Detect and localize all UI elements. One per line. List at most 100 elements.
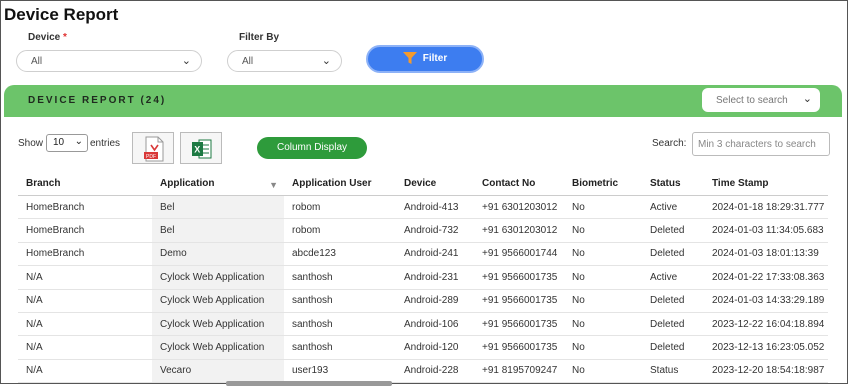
table-cell: robom (284, 195, 396, 220)
column-header-biometric[interactable]: Biometric (564, 172, 642, 196)
column-header-label: Application (160, 177, 215, 189)
table-cell: +91 9566001735 (474, 335, 564, 360)
table-cell: 2024-01-22 17:33:08.363 (704, 265, 828, 290)
filter-by-select-value: All (242, 56, 254, 67)
filter-by-select[interactable]: All ⌄ (227, 50, 342, 72)
table-cell: No (564, 359, 642, 384)
table-cell: santhosh (284, 265, 396, 290)
panel-search-placeholder: Select to search (716, 95, 788, 106)
column-header-label: Biometric (572, 177, 619, 189)
table-cell: Android-106 (396, 312, 474, 337)
search-input[interactable]: Min 3 characters to search (692, 132, 830, 156)
chevron-down-icon: ⌄ (802, 93, 812, 105)
pdf-icon: PDF (144, 136, 164, 162)
table-row[interactable]: HomeBranch Demo abcde123 Android-241 +91 956… (18, 242, 828, 267)
column-header-label: Status (650, 177, 681, 189)
table-cell: Vecaro (152, 359, 284, 384)
column-header-branch[interactable]: Branch (18, 172, 152, 196)
table-cell: 2024-01-03 14:33:29.189 (704, 289, 828, 313)
column-header-label: Contact No (482, 177, 536, 189)
table-body: HomeBranch Bel robom Android-413 +91 6301203… (18, 195, 828, 384)
device-label-text: Device (28, 32, 61, 43)
column-header-status[interactable]: Status (642, 172, 704, 196)
panel-title: DEVICE REPORT (24) (28, 95, 167, 106)
table-cell: Cylock Web Application (152, 312, 284, 337)
table-cell: Active (642, 195, 704, 220)
table-cell: santhosh (284, 312, 396, 337)
table-cell: Android-241 (396, 242, 474, 267)
entries-label: entries (90, 138, 121, 149)
table-cell: Deleted (642, 242, 704, 267)
table-cell: HomeBranch (18, 218, 152, 243)
search-label: Search: (652, 138, 687, 149)
excel-icon: X (192, 139, 212, 159)
column-header-time-stamp[interactable]: Time Stamp (704, 172, 828, 196)
table-row[interactable]: HomeBranch Bel robom Android-413 +91 6301203… (18, 195, 828, 220)
table-cell: N/A (18, 312, 152, 337)
table-cell: No (564, 289, 642, 313)
table-cell: +91 6301203012 (474, 195, 564, 220)
table-cell: Android-228 (396, 359, 474, 384)
column-header-application-user[interactable]: Application User (284, 172, 396, 196)
filter-button-label: Filter (422, 53, 448, 64)
table-cell: Deleted (642, 335, 704, 360)
funnel-icon (402, 51, 417, 64)
horizontal-scrollbar[interactable] (226, 381, 392, 386)
table-row[interactable]: N/A Cylock Web Application santhosh Android… (18, 289, 828, 313)
panel-header: DEVICE REPORT (24) Select to search ⌄ (4, 85, 842, 117)
entries-select[interactable]: 10 ⌄ (46, 134, 88, 152)
column-header-application[interactable]: Application ▼ (152, 172, 284, 196)
pdf-export-button[interactable]: PDF (132, 132, 174, 164)
column-header-label: Application User (292, 177, 372, 189)
table-cell: Android-413 (396, 195, 474, 220)
table-cell: 2023-12-22 16:04:18.894 (704, 312, 828, 337)
table-cell: N/A (18, 289, 152, 313)
table-cell: 2023-12-13 16:23:05.052 (704, 335, 828, 360)
column-header-label: Time Stamp (712, 177, 769, 189)
table-cell: HomeBranch (18, 195, 152, 220)
table-cell: Android-289 (396, 289, 474, 313)
table-cell: Cylock Web Application (152, 265, 284, 290)
table-cell: 2024-01-03 11:34:05.683 (704, 218, 828, 243)
table-cell: +91 9566001735 (474, 289, 564, 313)
entries-select-value: 10 (53, 137, 65, 148)
table-cell: No (564, 242, 642, 267)
show-label: Show (18, 138, 44, 149)
svg-text:X: X (194, 145, 200, 155)
table-cell: Bel (152, 195, 284, 220)
filter-button[interactable]: Filter (366, 45, 484, 73)
table-cell: 2023-12-20 18:54:18:987 (704, 359, 828, 384)
table-cell: Cylock Web Application (152, 335, 284, 360)
table-cell: Demo (152, 242, 284, 267)
page-title: Device Report (4, 5, 119, 24)
column-display-button[interactable]: Column Display (257, 137, 367, 159)
excel-export-button[interactable]: X (180, 132, 222, 164)
table-cell: No (564, 265, 642, 290)
table-cell: Active (642, 265, 704, 290)
table-cell: No (564, 335, 642, 360)
chevron-down-icon: ⌄ (321, 55, 331, 67)
table-cell: user193 (284, 359, 396, 384)
sort-down-icon[interactable]: ▼ (269, 180, 278, 190)
table-row[interactable]: N/A Cylock Web Application santhosh Android… (18, 265, 828, 290)
table-cell: No (564, 195, 642, 220)
table-row[interactable]: N/A Cylock Web Application santhosh Android… (18, 312, 828, 337)
table-header-row: Branch Application ▼ Application User Device… (18, 172, 828, 196)
device-table: Branch Application ▼ Application User Device… (18, 172, 828, 384)
table-cell: Android-120 (396, 335, 474, 360)
column-header-contact-no[interactable]: Contact No (474, 172, 564, 196)
table-row[interactable]: HomeBranch Bel robom Android-732 +91 6301203… (18, 218, 828, 243)
table-row[interactable]: N/A Vecaro user193 Android-228 +91 819570924… (18, 359, 828, 384)
table-cell: 2024-01-18 18:29:31.777 (704, 195, 828, 220)
table-cell: 2024-01-03 18:01:13:39 (704, 242, 828, 267)
table-cell: abcde123 (284, 242, 396, 267)
table-cell: Status (642, 359, 704, 384)
table-row[interactable]: N/A Cylock Web Application santhosh Android… (18, 335, 828, 360)
column-header-device[interactable]: Device (396, 172, 474, 196)
filter-by-label: Filter By (239, 32, 280, 43)
table-cell: Deleted (642, 218, 704, 243)
table-cell: No (564, 218, 642, 243)
device-select[interactable]: All ⌄ (16, 50, 202, 72)
panel-search-select[interactable]: Select to search ⌄ (702, 88, 820, 112)
table-cell: Deleted (642, 312, 704, 337)
